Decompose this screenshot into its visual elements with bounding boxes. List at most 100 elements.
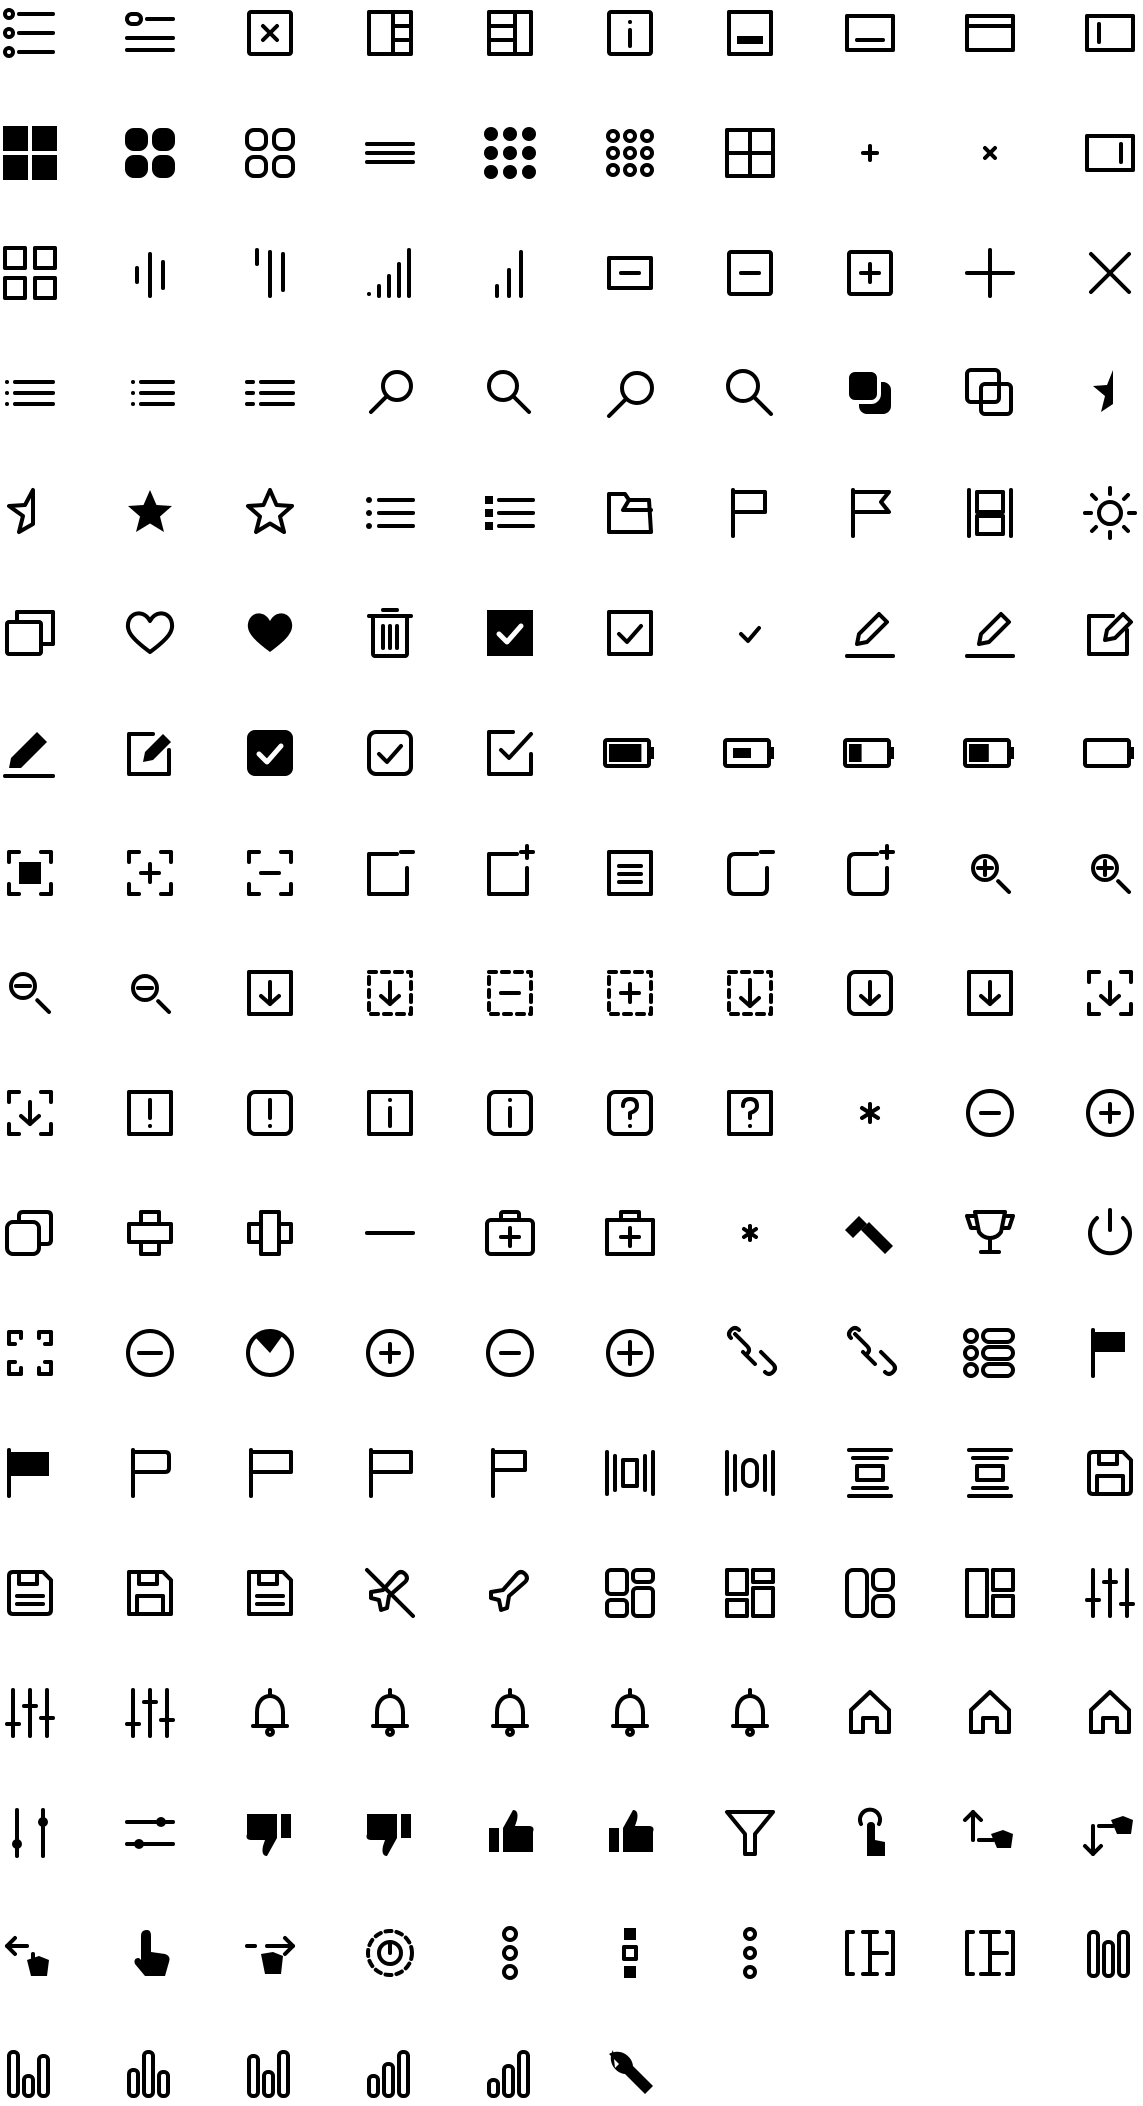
plus-circle-icon	[1077, 1080, 1143, 1146]
search-left-icon	[357, 360, 423, 426]
list-compact-icon	[0, 360, 63, 426]
heart-outline-icon	[117, 600, 183, 666]
copy-rounded-icon	[0, 1200, 63, 1266]
chart-bars-alt-icon	[117, 2040, 183, 2106]
help-rounded-icon	[597, 1080, 663, 1146]
hammer-icon	[837, 1200, 903, 1266]
edit-box-icon	[117, 720, 183, 786]
dashboard-alt-icon	[717, 1560, 783, 1626]
chart-bars-outline-icon	[237, 2040, 303, 2106]
minus-rect-icon	[597, 240, 663, 306]
asterisk-icon	[837, 1080, 903, 1146]
asterisk-small-icon	[717, 1200, 783, 1266]
plus-icon	[957, 240, 1023, 306]
home-icon	[957, 1680, 1023, 1746]
airplane-off-icon	[357, 1560, 423, 1626]
download-focus-alt-icon	[0, 1080, 63, 1146]
grid-rounded-outline-icon	[237, 120, 303, 186]
fullscreen-icon	[0, 1320, 63, 1386]
layout-sidebar-icon	[477, 0, 543, 66]
grid-dots-filled-icon	[477, 120, 543, 186]
settings-sun-icon	[1077, 480, 1143, 546]
flag-outline-alt-icon	[237, 1440, 303, 1506]
dashboard-icon	[597, 1560, 663, 1626]
grid-filled-icon	[0, 120, 63, 186]
save-rounded-icon	[0, 1560, 63, 1626]
tap-icon	[837, 1800, 903, 1866]
star-half-outline-icon	[0, 480, 63, 546]
download-dashed-icon	[357, 960, 423, 1026]
checkbox-rounded-filled-icon	[237, 720, 303, 786]
panel-top-icon	[957, 0, 1023, 66]
sliders-alt-icon	[0, 1680, 63, 1746]
rotate-dashed-icon	[357, 1920, 423, 1986]
wrench-icon	[597, 2040, 663, 2106]
flag-notch-icon	[837, 480, 903, 546]
align-center-h-icon	[597, 1440, 663, 1506]
window-minus-rounded-icon	[717, 840, 783, 906]
more-vertical-outline-icon	[717, 1920, 783, 1986]
pencil-filled-icon	[0, 720, 63, 786]
zoom-in-alt-icon	[1077, 840, 1143, 906]
plus-circle-alt-icon	[357, 1320, 423, 1386]
minus-dashed-icon	[477, 960, 543, 1026]
star-half-filled-icon	[1077, 360, 1143, 426]
thumbs-up-alt-icon	[597, 1800, 663, 1866]
copy-outline-icon	[957, 360, 1023, 426]
align-center-h-alt-icon	[717, 1440, 783, 1506]
pencil-underline-icon	[837, 600, 903, 666]
document-lines-icon	[597, 840, 663, 906]
pointer-left-icon	[0, 1920, 63, 1986]
text-cursor-alt-icon	[957, 1920, 1023, 1986]
layout-split-icon	[957, 480, 1023, 546]
download-dashed-alt-icon	[717, 960, 783, 1026]
plus-small-icon	[837, 120, 903, 186]
pencil-line-icon	[957, 600, 1023, 666]
minus-square-icon	[717, 240, 783, 306]
battery-half-icon	[717, 720, 783, 786]
battery-low-icon	[837, 720, 903, 786]
chart-bars-rising-icon	[357, 2040, 423, 2106]
focus-plus-icon	[117, 840, 183, 906]
plus-dashed-icon	[597, 960, 663, 1026]
grid-window-icon	[717, 120, 783, 186]
flag-outline-icon	[717, 480, 783, 546]
filter-icon	[717, 1800, 783, 1866]
focus-square-icon	[0, 840, 63, 906]
hand-pointer-icon	[117, 1920, 183, 1986]
panel-bottom-icon	[717, 0, 783, 66]
chart-bars-rounded-icon	[1077, 1920, 1143, 1986]
grid-outline-icon	[0, 240, 63, 306]
slider-horizontal-icon	[117, 1800, 183, 1866]
checkbox-outline-icon	[597, 600, 663, 666]
minus-circle-bold-icon	[117, 1320, 183, 1386]
sliders-thin-icon	[117, 1680, 183, 1746]
download-square-icon	[957, 960, 1023, 1026]
focus-minus-icon	[237, 840, 303, 906]
more-vertical-square-icon	[597, 1920, 663, 1986]
close-icon	[1077, 240, 1143, 306]
signal-off-icon	[237, 240, 303, 306]
list-dashed-icon	[237, 360, 303, 426]
window-minus-icon	[357, 840, 423, 906]
more-vertical-icon	[477, 1920, 543, 1986]
airplane-icon	[477, 1560, 543, 1626]
plus-circle-bold-icon	[597, 1320, 663, 1386]
layout-tiles-icon	[837, 1560, 903, 1626]
list-bullets-icon	[357, 480, 423, 546]
link-icon	[717, 1320, 783, 1386]
search-right-icon	[477, 360, 543, 426]
star-filled-icon	[117, 480, 183, 546]
home-rounded-icon	[837, 1680, 903, 1746]
list-bullets-bold-icon	[477, 480, 543, 546]
flag-rounded-icon	[117, 1440, 183, 1506]
signal-bars-partial-icon	[477, 240, 543, 306]
checkbox-open-icon	[477, 720, 543, 786]
flag-filled-alt-icon	[0, 1440, 63, 1506]
battery-empty-icon	[1077, 720, 1143, 786]
zoom-out-icon	[0, 960, 63, 1026]
window-plus-rounded-icon	[837, 840, 903, 906]
align-center-v-alt-icon	[957, 1440, 1023, 1506]
thumbs-down-icon	[237, 1800, 303, 1866]
alert-box-icon	[117, 1080, 183, 1146]
